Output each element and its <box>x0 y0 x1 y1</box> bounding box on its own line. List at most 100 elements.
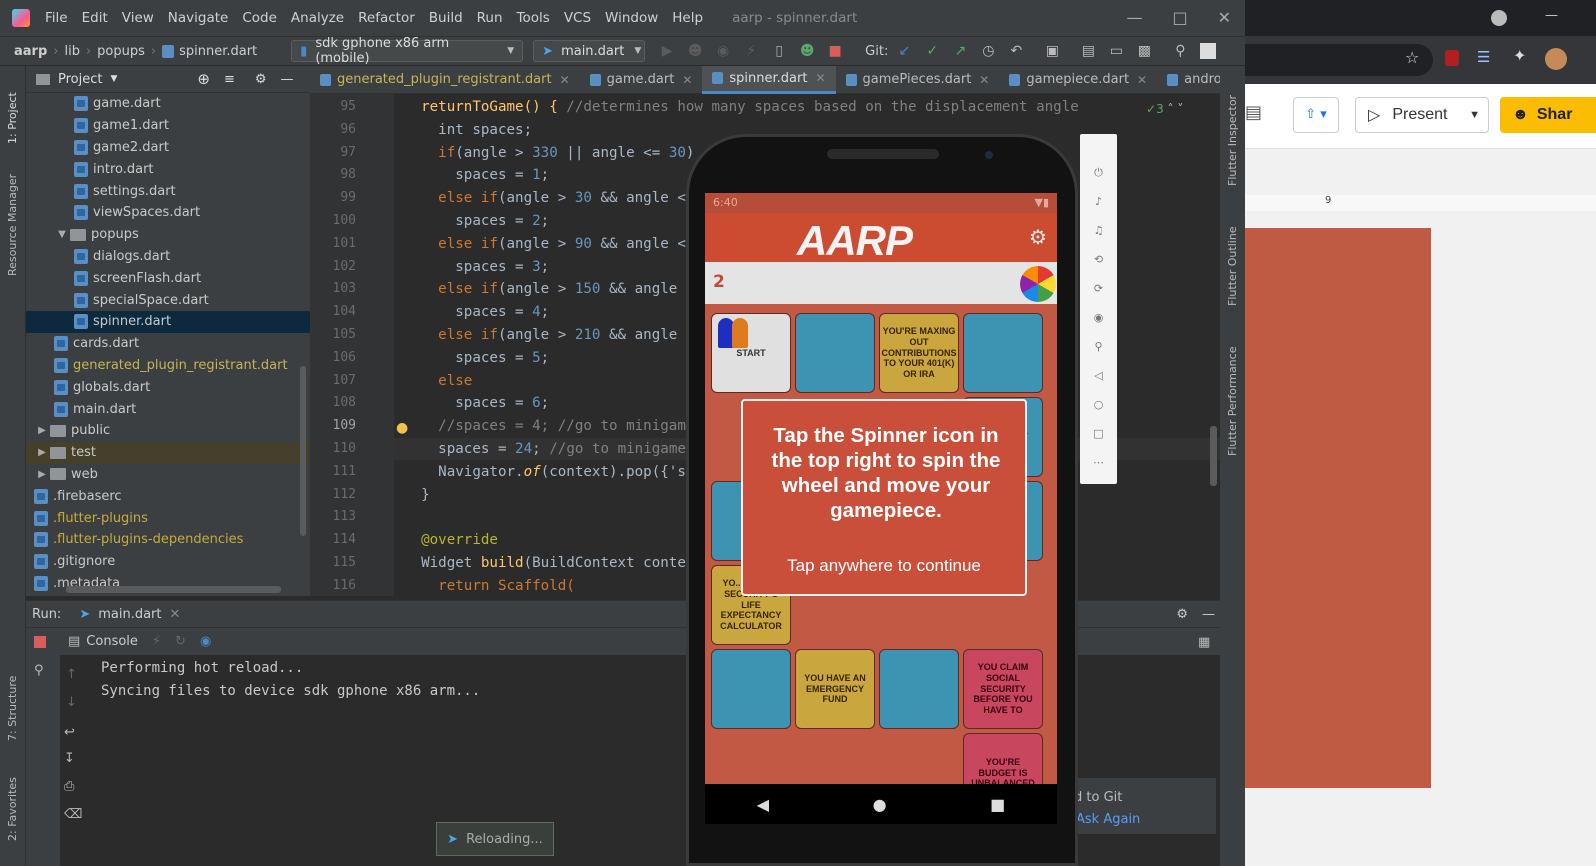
project-view-label[interactable]: Project <box>58 72 102 87</box>
editor-scrollbar[interactable] <box>1210 426 1217 486</box>
comments-icon[interactable]: ▤ <box>1245 102 1262 123</box>
run-tab-main[interactable]: main.dart <box>98 607 161 622</box>
menu-item[interactable]: View <box>115 10 161 26</box>
close-tab-icon[interactable]: ✕ <box>1137 73 1147 87</box>
hide-icon[interactable]: — <box>1202 607 1215 622</box>
soft-wrap-icon[interactable]: ↩ <box>64 725 75 740</box>
structure-tab[interactable]: 7: Structure <box>6 661 19 741</box>
slide-canvas[interactable] <box>1245 228 1431 788</box>
maximize-icon[interactable]: □ <box>1172 8 1187 27</box>
tree-item[interactable]: ▼ popups <box>26 224 310 246</box>
coverage-icon[interactable]: ◉ <box>715 43 731 59</box>
tree-item[interactable]: viewSpaces.dart <box>26 202 310 224</box>
tree-item[interactable]: ▶ test <box>26 441 310 464</box>
recents-icon[interactable]: ■ <box>990 795 1005 814</box>
ask-again-link[interactable]: Ask Again <box>1076 812 1140 827</box>
editor-tab[interactable]: spinner.dart ✕ <box>702 65 836 94</box>
chevron-right-icon[interactable]: ▶ <box>34 469 50 480</box>
chevron-down-icon[interactable]: ▼ <box>110 74 117 84</box>
tree-item[interactable]: ▶ web <box>26 464 310 486</box>
board-tile[interactable]: YOU CLAIM SOCIAL SECURITY BEFORE YOU HAV… <box>963 649 1043 729</box>
profile-avatar[interactable] <box>1545 48 1567 70</box>
stop-icon[interactable] <box>34 635 46 648</box>
hot-reload-icon[interactable]: ⚡ <box>743 43 759 59</box>
back-icon[interactable]: ◀ <box>757 795 769 814</box>
search-icon[interactable]: ⚲ <box>1172 43 1188 59</box>
avd-manager-icon[interactable]: ▤ <box>1080 43 1096 59</box>
git-update-icon[interactable]: ↙ <box>896 43 912 59</box>
volume-down-icon[interactable]: ♫ <box>1080 216 1117 245</box>
flutter-inspector-tab[interactable]: Flutter Inspector <box>1226 76 1239 186</box>
collapse-all-icon[interactable]: ≡ <box>224 72 235 87</box>
debug-attach-icon[interactable]: ☻ <box>799 43 815 59</box>
tree-item[interactable]: cards.dart <box>26 333 310 355</box>
close-icon[interactable]: ✕ <box>1218 8 1231 27</box>
favorites-tab[interactable]: 2: Favorites <box>6 761 19 841</box>
volume-up-icon[interactable]: ♪ <box>1080 187 1117 216</box>
breadcrumb-project[interactable]: aarp <box>14 44 47 59</box>
spinner-icon[interactable] <box>1020 266 1056 302</box>
tree-item[interactable]: .gitignore <box>26 551 310 573</box>
menu-item[interactable]: Tools <box>510 10 557 26</box>
locate-icon[interactable]: ⊕ <box>197 70 210 88</box>
editor-tab[interactable]: game.dart ✕ <box>580 66 703 94</box>
console-tab[interactable]: Console <box>86 634 138 649</box>
board-tile[interactable]: YOU HAVE AN EMERGENCY FUND <box>795 649 875 729</box>
project-tool-tab[interactable]: 1: Project <box>6 74 19 144</box>
tree-item[interactable]: .flutter-plugins-dependencies <box>26 529 310 551</box>
hot-reload-icon[interactable]: ⚡ <box>152 634 161 649</box>
tree-item[interactable]: main.dart <box>26 398 310 420</box>
home-icon[interactable]: ○ <box>1080 390 1117 419</box>
history-icon[interactable]: ◷ <box>980 43 996 59</box>
menu-item[interactable]: Edit <box>75 10 115 26</box>
chevron-right-icon[interactable]: ▶ <box>34 447 50 458</box>
git-commit-icon[interactable]: ✓ <box>924 43 940 59</box>
breadcrumb-lib[interactable]: lib <box>64 44 79 59</box>
menu-item[interactable]: VCS <box>557 10 598 26</box>
tree-item[interactable]: globals.dart <box>26 376 310 398</box>
editor-tab[interactable]: generated_plugin_registrant.dart ✕ <box>310 66 580 94</box>
devtools-icon[interactable]: ◉ <box>200 634 211 649</box>
tree-item[interactable]: .firebaserc <box>26 485 310 507</box>
up-icon[interactable]: ↑ <box>66 667 77 682</box>
board-tile[interactable]: START <box>711 313 791 393</box>
tree-item[interactable]: specialSpace.dart <box>26 289 310 311</box>
tree-h-scrollbar[interactable] <box>66 586 281 593</box>
zoom-icon[interactable]: ⚲ <box>1080 332 1117 361</box>
gear-icon[interactable]: ⚙ <box>1176 607 1188 622</box>
tab-search-icon[interactable] <box>1491 10 1507 26</box>
board-tile[interactable] <box>795 313 875 393</box>
hide-icon[interactable]: — <box>281 72 294 87</box>
tree-item[interactable]: ▶ public <box>26 420 310 442</box>
tree-item[interactable]: .flutter-plugins <box>26 507 310 529</box>
menu-item[interactable]: Analyze <box>284 10 351 26</box>
close-tab-icon[interactable]: ✕ <box>815 71 825 85</box>
down-icon[interactable]: ↓ <box>66 695 77 710</box>
stop-icon[interactable]: ■ <box>827 43 843 59</box>
minimize-icon[interactable]: — <box>1126 8 1142 27</box>
dialog-continue-button[interactable]: Tap anywhere to continue <box>743 556 1025 576</box>
run-icon[interactable]: ▶ <box>659 43 675 59</box>
menu-item[interactable]: Refactor <box>351 10 422 26</box>
inspection-widget[interactable]: ✓3 ˄ ˅ <box>1146 102 1183 116</box>
tree-scrollbar[interactable] <box>300 366 306 536</box>
chevron-right-icon[interactable]: ▶ <box>34 425 50 436</box>
editor-tab[interactable]: gamePieces.dart ✕ <box>836 66 1000 94</box>
board-tile[interactable] <box>963 313 1043 393</box>
close-tab-icon[interactable]: ✕ <box>170 607 181 622</box>
flutter-performance-tab[interactable]: Flutter Performance <box>1226 326 1239 456</box>
board-tile[interactable]: YOU'RE BUDGET IS UNBALANCED <box>963 733 1043 784</box>
share-button[interactable]: ☻ Shar <box>1500 97 1596 133</box>
chevron-down-icon[interactable]: ▼ <box>54 229 70 240</box>
pin-icon[interactable]: ⚲ <box>34 663 44 678</box>
extensions-icon[interactable]: ✦ <box>1513 46 1526 65</box>
rollback-icon[interactable]: ↶ <box>1008 43 1024 59</box>
sdk-manager-icon[interactable]: ▩ <box>1136 43 1152 59</box>
minimize-icon[interactable]: — <box>1545 8 1558 23</box>
close-tab-icon[interactable]: ✕ <box>682 73 692 87</box>
hot-restart-icon[interactable]: ↻ <box>175 634 186 649</box>
tree-item[interactable]: dialogs.dart <box>26 246 310 268</box>
present-options-button[interactable]: ⇧ ▾ <box>1293 97 1339 133</box>
star-icon[interactable]: ☆ <box>1405 48 1419 67</box>
menu-item[interactable]: Navigate <box>161 10 236 26</box>
